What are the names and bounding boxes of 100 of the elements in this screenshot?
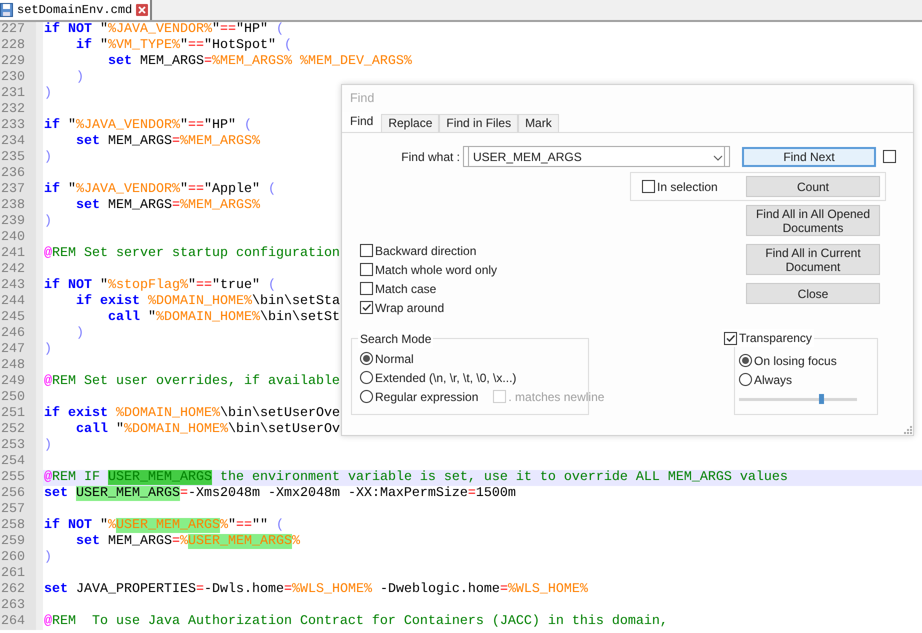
line-number: 253 <box>0 438 43 454</box>
code-line: ) <box>43 86 52 102</box>
line-number: 246 <box>0 326 43 342</box>
checkbox[interactable] <box>360 301 373 314</box>
line-number: 232 <box>0 102 43 118</box>
code-line: ) <box>43 150 52 166</box>
radio-button[interactable] <box>739 373 752 386</box>
code-line: if exist %DOMAIN_HOME%\bin\setSta <box>74 294 340 310</box>
line-number: 259 <box>0 534 43 550</box>
code-line: @REM To use Java Authorization Contract for Containers (JACC) in this domain, <box>43 614 668 630</box>
radio-button[interactable] <box>360 390 373 403</box>
code-line: if "%JAVA_VENDOR%"=="HP" ( <box>43 118 252 134</box>
checkbox[interactable] <box>724 332 737 344</box>
line-number: 233 <box>0 118 43 134</box>
dialog-tab[interactable]: Mark <box>518 114 559 132</box>
option-label: Always <box>754 372 792 388</box>
code-line: ) <box>43 214 52 230</box>
line-number: 250 <box>0 390 43 406</box>
option-label: Normal <box>375 350 414 368</box>
option-label: Transparency <box>739 330 812 347</box>
line-number: 227 <box>0 22 43 38</box>
checkbox[interactable] <box>360 244 373 257</box>
caret-icon <box>713 155 723 161</box>
dialog-tab[interactable]: Replace <box>381 114 440 132</box>
dialog-tab[interactable]: Find in Files <box>439 114 518 132</box>
code-line: set JAVA_PROPERTIES=-Dwls.home=%WLS_HOME% -Dweblogic.home=%WLS_HOME% <box>43 582 588 598</box>
radio-button[interactable] <box>360 352 373 365</box>
code-line: if exist %DOMAIN_HOME%\bin\setUserOve <box>43 406 340 422</box>
line-number: 254 <box>0 454 43 470</box>
line-number: 247 <box>0 342 43 358</box>
code-line: if "%VM_TYPE%"=="HotSpot" ( <box>74 38 292 54</box>
find-all-opened-button[interactable]: Find All in All Opened Documents <box>746 205 880 236</box>
code-line: @REM Set server startup configuration <box>43 246 340 262</box>
line-number: 240 <box>0 230 43 246</box>
close-dialog-button[interactable]: Close <box>746 283 880 304</box>
line-number: 229 <box>0 54 43 70</box>
code-line: if NOT "%JAVA_VENDOR%"=="HP" ( <box>43 22 284 38</box>
code-line: ) <box>74 70 84 86</box>
dialog-tab[interactable]: Find <box>342 112 382 132</box>
checkbox[interactable] <box>360 282 373 295</box>
checkbox[interactable] <box>642 180 655 193</box>
line-number: 234 <box>0 134 43 150</box>
find-what-combo[interactable]: USER_MEM_ARGS <box>468 146 725 167</box>
line-number: 237 <box>0 182 43 198</box>
code-line: ) <box>43 438 52 454</box>
slider-thumb[interactable] <box>819 394 824 404</box>
line-number: 264 <box>0 614 43 630</box>
code-line: ) <box>43 342 52 358</box>
line-number: 263 <box>0 598 43 614</box>
line-number: 239 <box>0 214 43 230</box>
option-label: Match case <box>375 280 436 298</box>
line-number: 249 <box>0 374 43 390</box>
option-label: Match whole word only <box>375 262 498 278</box>
code-line: if "%JAVA_VENDOR%"=="Apple" ( <box>43 182 276 198</box>
code-line: if NOT "%USER_MEM_ARGS%"=="" ( <box>43 518 284 534</box>
line-number: 238 <box>0 198 43 214</box>
find-what-label: Find what : <box>401 150 460 164</box>
code-line: set MEM_ARGS=%MEM_ARGS% <box>74 134 260 150</box>
code-line: set MEM_ARGS=%MEM_ARGS% %MEM_DEV_ARGS% <box>106 54 412 70</box>
dialog-title: Find <box>350 90 374 108</box>
code-line: set MEM_ARGS=%USER_MEM_ARGS% <box>74 534 300 550</box>
line-number: 241 <box>0 246 43 262</box>
code-line: ) <box>74 326 84 342</box>
line-number: 228 <box>0 38 43 54</box>
line-number: 262 <box>0 582 43 598</box>
code-line: @REM Set user overrides, if available <box>43 374 340 390</box>
file-tab[interactable]: setDomainEnv.cmd <box>0 0 152 20</box>
line-number: 257 <box>0 502 43 518</box>
option-label: On losing focus <box>754 352 837 370</box>
option-label: Backward direction <box>375 242 476 260</box>
code-line: call "%DOMAIN_HOME%\bin\setSt <box>106 310 340 326</box>
count-button[interactable]: Count <box>746 176 880 197</box>
line-number: 230 <box>0 70 43 86</box>
line-number: 235 <box>0 150 43 166</box>
find-all-current-button[interactable]: Find All in Current Document <box>746 244 880 275</box>
line-number: 260 <box>0 550 43 566</box>
line-number: 242 <box>0 262 43 278</box>
option-label: Wrap around <box>375 300 444 316</box>
close-icon <box>136 4 148 16</box>
resize-grip-icon <box>904 426 912 434</box>
find-next-button[interactable]: Find Next <box>742 146 876 166</box>
line-number: 236 <box>0 166 43 182</box>
checkbox[interactable] <box>360 263 373 276</box>
code-line: call "%DOMAIN_HOME%\bin\setUserOv <box>74 422 340 438</box>
line-number: 245 <box>0 310 43 326</box>
line-number: 258 <box>0 518 43 534</box>
code-line: ) <box>43 550 52 566</box>
radio-button[interactable] <box>360 371 373 384</box>
line-number: 248 <box>0 358 43 374</box>
code-line: set USER_MEM_ARGS=-Xms2048m -Xmx2048m -XX:MaxPermSize=1500m <box>43 486 516 502</box>
line-number: 231 <box>0 86 43 102</box>
line-number: 256 <box>0 486 43 502</box>
checkbox[interactable] <box>883 150 896 163</box>
code-line: set MEM_ARGS=%MEM_ARGS% <box>74 198 260 214</box>
line-number: 243 <box>0 278 43 294</box>
option-label: Extended (\n, \r, \t, \0, \x...) <box>375 370 516 386</box>
line-number: 255 <box>0 470 43 486</box>
radio-button[interactable] <box>739 354 752 367</box>
option-label: Regular expression <box>375 388 478 406</box>
line-number: 261 <box>0 566 43 582</box>
